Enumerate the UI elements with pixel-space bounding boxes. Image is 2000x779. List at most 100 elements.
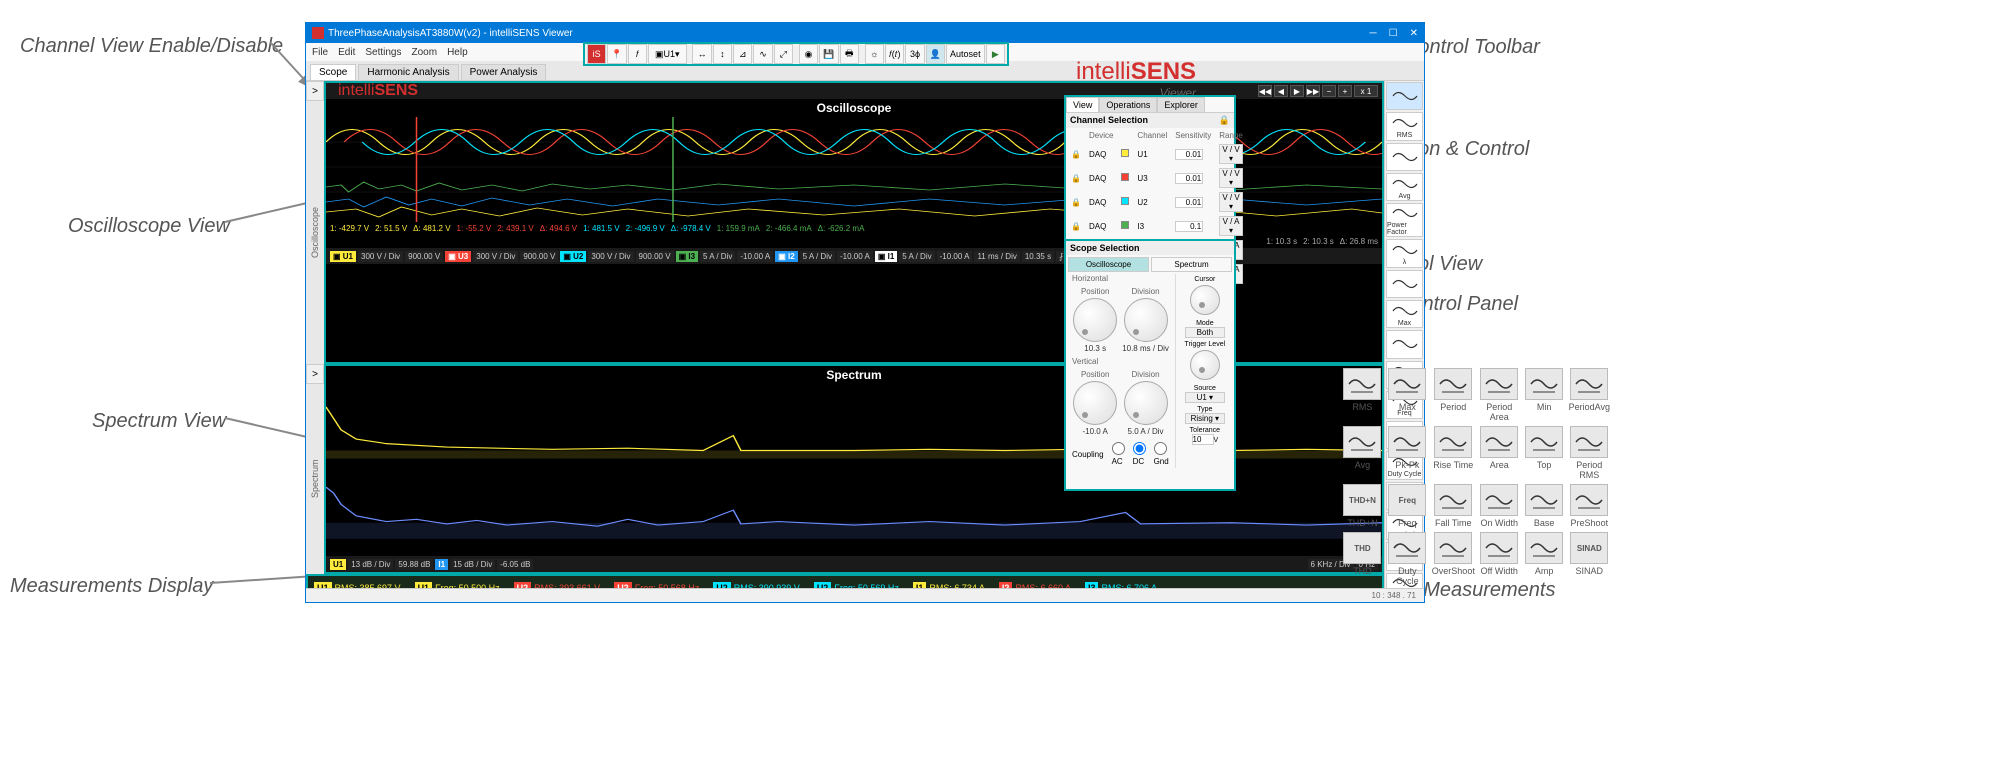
meas-palette-min[interactable]: Min bbox=[1524, 368, 1565, 422]
meas-palette-amp[interactable]: Amp bbox=[1524, 532, 1565, 586]
scope-ffwd-button[interactable]: ▶▶ bbox=[1306, 85, 1320, 97]
toolbar-measure-icon[interactable]: ⊿ bbox=[733, 44, 752, 64]
sensitivity-input[interactable] bbox=[1175, 149, 1203, 160]
tab-harmonic[interactable]: Harmonic Analysis bbox=[358, 64, 458, 80]
trigger-type-dd[interactable]: Rising ▾ bbox=[1185, 413, 1225, 424]
meas-palette-thd[interactable]: THDTHD bbox=[1342, 532, 1383, 586]
channel-badge[interactable]: ▣ U1 bbox=[330, 251, 356, 262]
tab-power[interactable]: Power Analysis bbox=[461, 64, 547, 80]
meas-thumb[interactable] bbox=[1386, 270, 1423, 298]
tab-scope[interactable]: Scope bbox=[310, 64, 356, 80]
coupling-dc[interactable]: DC bbox=[1133, 442, 1146, 466]
coupling-ac[interactable]: AC bbox=[1112, 442, 1125, 466]
meas-palette-falltime[interactable]: Fall Time bbox=[1432, 484, 1475, 528]
channel-row[interactable]: 🔒DAQU3V / V ▾ bbox=[1068, 167, 1246, 189]
channel-badge[interactable]: ▣ I3 bbox=[676, 251, 698, 262]
horiz-position-knob[interactable] bbox=[1073, 298, 1117, 342]
meas-palette-base[interactable]: Base bbox=[1524, 484, 1565, 528]
range-dd[interactable]: V / V ▾ bbox=[1219, 144, 1243, 164]
channel-badge[interactable]: I1 bbox=[435, 559, 448, 570]
meas-palette-dutycycle[interactable]: Duty Cycle bbox=[1387, 532, 1428, 586]
horiz-division-knob[interactable] bbox=[1124, 298, 1168, 342]
meas-thumb[interactable]: Avg bbox=[1386, 173, 1423, 201]
meas-palette-offwidth[interactable]: Off Width bbox=[1479, 532, 1520, 586]
menu-zoom[interactable]: Zoom bbox=[412, 47, 438, 58]
meas-thumb[interactable]: λ bbox=[1386, 239, 1423, 267]
lock-icon[interactable]: 🔒 bbox=[1071, 150, 1081, 159]
channel-badge[interactable]: ▣ U3 bbox=[445, 251, 471, 262]
osc-toggle-button[interactable]: > bbox=[306, 81, 324, 101]
toolbar-run-button[interactable]: ▶ bbox=[986, 44, 1005, 64]
toolbar-snapshot-icon[interactable]: ◉ bbox=[799, 44, 818, 64]
scope-sel-oscilloscope[interactable]: Oscilloscope bbox=[1068, 257, 1149, 272]
meas-palette-periodavg[interactable]: PeriodAvg bbox=[1569, 368, 1610, 422]
meas-thumb[interactable]: RMS bbox=[1386, 112, 1423, 140]
close-button[interactable]: ✕ bbox=[1410, 28, 1418, 39]
menu-file[interactable]: File bbox=[312, 47, 328, 58]
scope-fwd-button[interactable]: ▶ bbox=[1290, 85, 1304, 97]
minimize-button[interactable]: ─ bbox=[1370, 28, 1377, 39]
channel-color-icon[interactable] bbox=[1121, 197, 1129, 205]
toolbar-func-icon[interactable]: 𝑓 bbox=[628, 44, 647, 64]
channel-color-icon[interactable] bbox=[1121, 221, 1129, 229]
vert-division-knob[interactable] bbox=[1124, 381, 1168, 425]
meas-thumb[interactable] bbox=[1386, 330, 1423, 358]
meas-palette-thdn[interactable]: THD+NTHD+N bbox=[1342, 484, 1383, 528]
meas-palette-max[interactable]: Max bbox=[1387, 368, 1428, 422]
channel-badge[interactable]: U1 bbox=[330, 559, 346, 570]
meas-palette-sinad[interactable]: SINADSINAD bbox=[1569, 532, 1610, 586]
toolbar-cursor-h-icon[interactable]: ↔ bbox=[692, 44, 711, 64]
spec-toggle-button[interactable]: > bbox=[306, 364, 324, 384]
scope-rewind-button[interactable]: ◀◀ bbox=[1258, 85, 1272, 97]
scope-back-button[interactable]: ◀ bbox=[1274, 85, 1288, 97]
scope-zoomout-button[interactable]: − bbox=[1322, 85, 1336, 97]
cursor-knob[interactable] bbox=[1190, 285, 1220, 315]
scope-sel-spectrum[interactable]: Spectrum bbox=[1151, 257, 1232, 272]
lock-icon[interactable]: 🔒 bbox=[1071, 222, 1081, 231]
panel-tab-view[interactable]: View bbox=[1066, 97, 1099, 112]
channel-badge[interactable]: ▣ U2 bbox=[560, 251, 586, 262]
sensitivity-input[interactable] bbox=[1175, 173, 1203, 184]
scope-zoomin-button[interactable]: + bbox=[1338, 85, 1352, 97]
meas-palette-periodarea[interactable]: Period Area bbox=[1479, 368, 1520, 422]
coupling-gnd[interactable]: Gnd bbox=[1154, 442, 1169, 466]
channel-row[interactable]: 🔒DAQU2V / V ▾ bbox=[1068, 191, 1246, 213]
meas-palette-overshoot[interactable]: OverShoot bbox=[1432, 532, 1475, 586]
meas-palette-pkpk[interactable]: Pk-Pk bbox=[1387, 426, 1428, 480]
range-dd[interactable]: V / A ▾ bbox=[1219, 216, 1243, 236]
menu-help[interactable]: Help bbox=[447, 47, 468, 58]
meas-thumb[interactable]: Power Factor bbox=[1386, 203, 1423, 237]
channel-badge[interactable]: ▣ I2 bbox=[775, 251, 797, 262]
panel-tab-operations[interactable]: Operations bbox=[1099, 97, 1157, 112]
sensitivity-input[interactable] bbox=[1175, 221, 1203, 232]
toolbar-wave-icon[interactable]: ∿ bbox=[753, 44, 772, 64]
meas-palette-preshoot[interactable]: PreShoot bbox=[1569, 484, 1610, 528]
toolbar-brightness-icon[interactable]: ☼ bbox=[865, 44, 884, 64]
meas-palette-top[interactable]: Top bbox=[1524, 426, 1565, 480]
meas-thumb[interactable]: Max bbox=[1386, 300, 1423, 328]
channel-color-icon[interactable] bbox=[1121, 173, 1129, 181]
lock-icon[interactable]: 🔒 bbox=[1071, 174, 1081, 183]
channel-color-icon[interactable] bbox=[1121, 149, 1129, 157]
cursor-mode-button[interactable]: Both bbox=[1185, 327, 1225, 338]
toolbar-fx-icon[interactable]: 𝑓(𝑡) bbox=[885, 44, 904, 64]
toolbar-3phase-icon[interactable]: 3ϕ bbox=[905, 44, 924, 64]
range-dd[interactable]: V / V ▾ bbox=[1219, 192, 1243, 212]
toolbar-person-icon[interactable]: 👤 bbox=[926, 44, 945, 64]
trigger-source-dd[interactable]: U1 ▾ bbox=[1185, 392, 1225, 403]
menu-settings[interactable]: Settings bbox=[365, 47, 401, 58]
range-dd[interactable]: V / V ▾ bbox=[1219, 168, 1243, 188]
toolbar-save-icon[interactable]: 💾 bbox=[819, 44, 838, 64]
toolbar-app-icon[interactable]: iS bbox=[587, 44, 606, 64]
meas-palette-rms[interactable]: RMS bbox=[1342, 368, 1383, 422]
panel-tab-explorer[interactable]: Explorer bbox=[1157, 97, 1205, 112]
meas-palette-risetime[interactable]: Rise Time bbox=[1432, 426, 1475, 480]
lock-icon[interactable]: 🔒 bbox=[1219, 115, 1230, 126]
toolbar-cursor-v-icon[interactable]: ↕ bbox=[713, 44, 732, 64]
vert-position-knob[interactable] bbox=[1073, 381, 1117, 425]
meas-palette-onwidth[interactable]: On Width bbox=[1479, 484, 1520, 528]
trigger-level-knob[interactable] bbox=[1190, 350, 1220, 380]
tolerance-input[interactable] bbox=[1192, 434, 1214, 445]
toolbar-marker-icon[interactable]: 📍 bbox=[607, 44, 626, 64]
lock-icon[interactable]: 🔒 bbox=[1071, 198, 1081, 207]
